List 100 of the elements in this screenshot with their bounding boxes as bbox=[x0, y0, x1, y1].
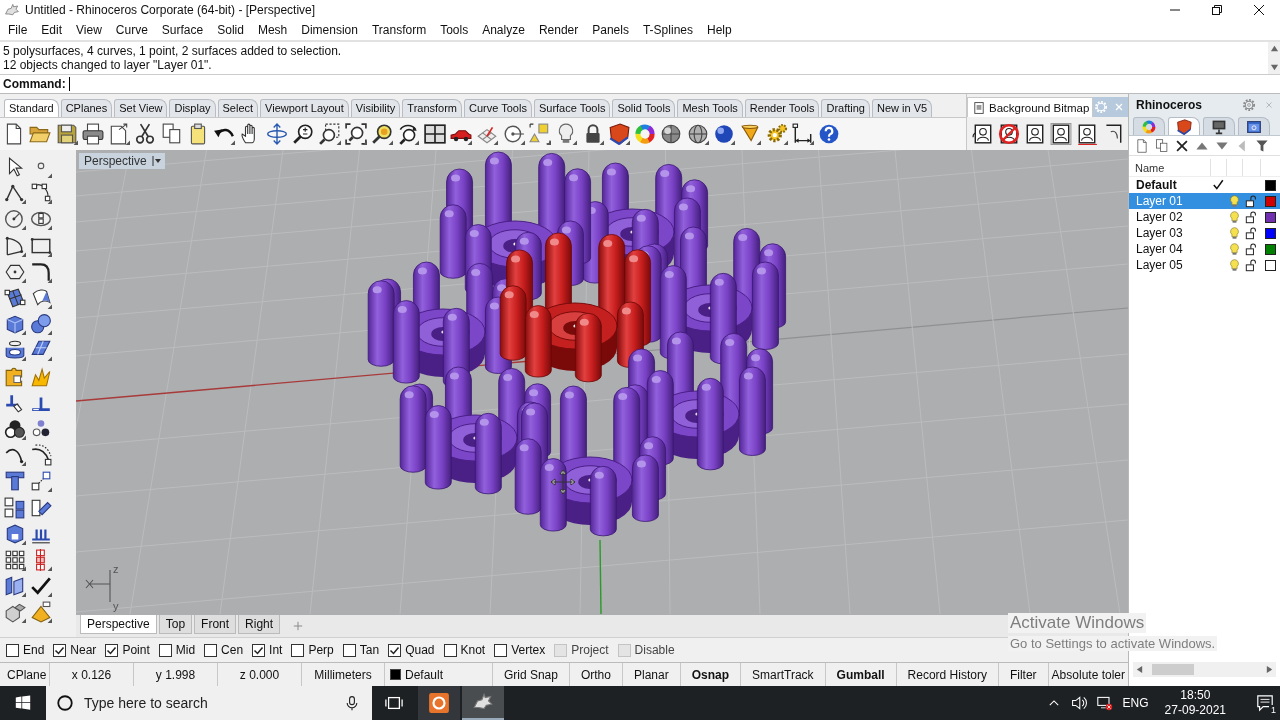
scroll-down-icon[interactable] bbox=[1269, 63, 1279, 72]
orbit-arrows-icon[interactable] bbox=[265, 123, 288, 145]
swatch-icon[interactable] bbox=[1264, 211, 1276, 223]
layer-pane[interactable]: Default bbox=[405, 667, 444, 682]
swatch-icon[interactable] bbox=[1264, 179, 1276, 191]
cone-icon[interactable] bbox=[739, 123, 762, 145]
tilted-panel-icon[interactable] bbox=[30, 339, 52, 362]
close-icon[interactable] bbox=[1254, 5, 1264, 15]
open-padlock-icon[interactable] bbox=[1244, 242, 1258, 256]
osnap-label[interactable]: Knot bbox=[460, 643, 486, 657]
search-box[interactable]: Type here to search bbox=[46, 686, 372, 720]
menu-item[interactable]: Panels bbox=[585, 21, 636, 39]
osnap-label[interactable]: Quad bbox=[405, 643, 435, 657]
open-padlock-icon[interactable] bbox=[1244, 210, 1258, 224]
color-wheel-icon[interactable] bbox=[634, 123, 657, 145]
menu-item[interactable]: Analyze bbox=[475, 21, 532, 39]
menu-item[interactable]: T-Splines bbox=[635, 21, 700, 39]
slanted-panels-icon[interactable] bbox=[4, 575, 26, 598]
microphone-icon[interactable] bbox=[344, 695, 360, 711]
swatch-icon[interactable] bbox=[1264, 259, 1276, 271]
scissors-icon[interactable] bbox=[134, 123, 157, 145]
portrait-dimension-icon[interactable] bbox=[1076, 122, 1098, 145]
swatch-icon[interactable] bbox=[1264, 195, 1276, 207]
menu-item[interactable]: Mesh bbox=[250, 21, 295, 39]
scrollbar[interactable] bbox=[1133, 662, 1276, 677]
layer-row[interactable]: Layer 03 bbox=[1129, 225, 1280, 241]
menu-item[interactable]: Edit bbox=[34, 21, 70, 39]
menu-item[interactable]: Transform bbox=[364, 21, 434, 39]
settings-icon[interactable] bbox=[1242, 98, 1256, 112]
box-icon[interactable] bbox=[4, 313, 26, 336]
checkbox[interactable] bbox=[6, 643, 19, 657]
osnap-label[interactable]: Mid bbox=[175, 643, 196, 657]
menu-item[interactable]: View bbox=[69, 21, 109, 39]
toolbar-tab[interactable]: Solid Tools bbox=[612, 99, 676, 117]
checkbox[interactable] bbox=[443, 643, 457, 657]
notification-icon[interactable] bbox=[1256, 694, 1274, 712]
scroll-right-icon[interactable] bbox=[1265, 665, 1274, 674]
layer-row[interactable]: Layer 04 bbox=[1129, 241, 1280, 257]
swatch-icon[interactable] bbox=[1264, 243, 1276, 255]
filter-icon[interactable] bbox=[1255, 138, 1269, 153]
copy-icon[interactable] bbox=[160, 123, 183, 145]
osnap-label[interactable]: Cen bbox=[221, 643, 244, 657]
square-grid-icon[interactable] bbox=[4, 548, 26, 571]
dimension-icon[interactable] bbox=[791, 123, 814, 145]
burst-icon[interactable] bbox=[30, 365, 52, 388]
toolbar-tab[interactable]: Viewport Layout bbox=[260, 99, 349, 117]
speaker-icon[interactable] bbox=[1070, 695, 1087, 711]
menu-item[interactable]: Dimension bbox=[294, 21, 365, 39]
osnap-label[interactable]: Tan bbox=[359, 643, 380, 657]
menu-item[interactable]: Tools bbox=[433, 21, 476, 39]
layer-row[interactable]: Layer 05 bbox=[1129, 257, 1280, 273]
checkbox[interactable] bbox=[105, 643, 119, 657]
cube-icon[interactable] bbox=[4, 522, 26, 545]
dropdown-caret-icon[interactable] bbox=[151, 156, 162, 166]
osnap-label[interactable]: Near bbox=[70, 643, 97, 657]
swatch-icon[interactable] bbox=[1264, 227, 1276, 239]
toolbar-tab[interactable]: Surface Tools bbox=[533, 99, 611, 117]
search-field[interactable]: Type here to search bbox=[84, 695, 334, 711]
glossy-sphere-icon[interactable] bbox=[713, 123, 735, 145]
taskbar-app[interactable] bbox=[418, 686, 460, 720]
toolbar-tab[interactable]: Render Tools bbox=[744, 99, 820, 117]
shield-icon[interactable] bbox=[607, 123, 630, 145]
zoom-extents-icon[interactable] bbox=[344, 123, 367, 145]
column-header[interactable]: Name bbox=[1135, 159, 1210, 176]
checkbox[interactable] bbox=[291, 643, 305, 657]
scroll-left-icon[interactable] bbox=[1135, 665, 1144, 674]
portrait-prohibited-icon[interactable] bbox=[998, 122, 1020, 145]
menu-item[interactable]: Curve bbox=[108, 21, 155, 39]
osnap-label[interactable]: End bbox=[23, 643, 45, 657]
striped-sphere-icon[interactable] bbox=[686, 123, 709, 145]
magnifier-arrow-icon[interactable] bbox=[397, 123, 420, 145]
cylinder-icon[interactable] bbox=[4, 339, 26, 362]
text-tool-icon[interactable] bbox=[4, 470, 26, 493]
checkbox[interactable] bbox=[388, 643, 402, 657]
check-icon[interactable] bbox=[30, 575, 52, 598]
zoom-selected-icon[interactable] bbox=[371, 123, 394, 145]
menu-item[interactable]: Help bbox=[700, 21, 739, 39]
viewport-title[interactable]: Perspective bbox=[79, 153, 165, 169]
solid-blocks-icon[interactable] bbox=[4, 601, 26, 624]
windows-logo-icon[interactable] bbox=[15, 695, 31, 711]
open-padlock-icon[interactable] bbox=[1244, 194, 1258, 208]
checkbox[interactable] bbox=[494, 643, 508, 657]
portrait-frame-icon[interactable] bbox=[1024, 122, 1046, 145]
portrait-frame-icon[interactable] bbox=[1050, 122, 1072, 145]
portrait-rotate-icon[interactable] bbox=[972, 122, 994, 145]
scale-squares-icon[interactable] bbox=[30, 470, 52, 493]
panel-tab[interactable] bbox=[1238, 117, 1270, 135]
four-panes-icon[interactable] bbox=[423, 123, 446, 145]
osnap-label[interactable]: Point bbox=[122, 643, 150, 657]
menu-item[interactable]: File bbox=[1, 21, 35, 39]
taskbar-app[interactable] bbox=[462, 686, 504, 720]
toolbar-tab[interactable]: Drafting bbox=[821, 99, 870, 117]
toolbar-tab[interactable]: CPlanes bbox=[60, 99, 113, 117]
gears-icon[interactable] bbox=[765, 123, 788, 145]
cross-icon[interactable] bbox=[1175, 138, 1189, 153]
task-view-icon[interactable] bbox=[385, 694, 403, 712]
toolbar-tab[interactable]: Transform bbox=[402, 99, 463, 117]
grouped-squares-icon[interactable] bbox=[4, 496, 26, 519]
network-icon[interactable] bbox=[1096, 695, 1113, 711]
printer-icon[interactable] bbox=[81, 123, 104, 145]
